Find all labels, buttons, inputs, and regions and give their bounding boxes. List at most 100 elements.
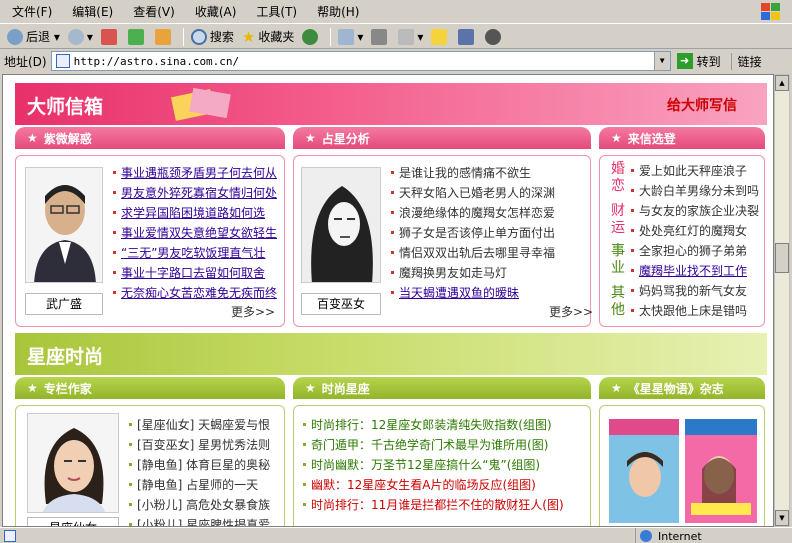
wu-guangsheng-photo[interactable] — [25, 167, 103, 283]
columnist-caption[interactable]: 星座仙女 — [27, 517, 119, 526]
list-item[interactable]: 狮子女是否该停止单方面付出 — [389, 223, 585, 243]
go-button[interactable]: ➜ 转到 — [676, 53, 721, 70]
category-other[interactable]: 其他 — [605, 285, 631, 319]
tab-ziwei[interactable]: ★ 紫微解惑 — [15, 127, 285, 149]
list-item[interactable]: 时尚排行：12星座女郎装清纯失败指数(组图) — [301, 415, 589, 435]
list-item[interactable]: [静电鱼] 占星师的一天 — [127, 475, 283, 495]
favorites-button[interactable]: ★ 收藏夹 — [239, 26, 297, 48]
edit-button[interactable]: ▾ — [395, 26, 426, 48]
address-input[interactable]: http://astro.sina.com.cn/ ▼ — [50, 51, 671, 71]
page-status-icon — [4, 529, 16, 542]
mail-button[interactable]: ▾ — [335, 26, 366, 48]
list-item[interactable]: [小粉儿] 高危处女暴食族 — [127, 495, 283, 515]
list-item[interactable]: 幽默：12星座女生看A片的临场反应(组图) — [301, 475, 589, 495]
list-item[interactable]: [静电鱼] 体育巨星的奥秘 — [127, 455, 283, 475]
list-item[interactable]: 浪漫绝缘体的魔羯女怎样恋爱 — [389, 203, 585, 223]
tab-astrology-analysis[interactable]: ★ 占星分析 — [293, 127, 591, 149]
astrology-more-link[interactable]: 更多>> — [549, 303, 593, 320]
list-item[interactable]: 全家担心的狮子弟弟 — [629, 241, 763, 261]
menu-tools[interactable]: 工具(T) — [250, 1, 303, 23]
star-icon: ★ — [611, 381, 622, 395]
list-item[interactable]: 情侣双双出轨后去哪里寻幸福 — [389, 243, 585, 263]
list-item[interactable]: 妈妈骂我的新气女友 — [629, 281, 763, 301]
discuss-button[interactable] — [428, 26, 453, 48]
list-item[interactable]: 与女友的家族企业决裂 — [629, 201, 763, 221]
list-item[interactable]: 求学异国陷困境道路如何选 — [111, 203, 281, 223]
go-label: 转到 — [696, 54, 721, 69]
master-mailbox-header: 大师信箱 给大师写信 — [15, 83, 767, 125]
list-item[interactable]: 天秤女陷入已婚老男人的深渊 — [389, 183, 585, 203]
list-item[interactable]: 魔羯毕业找不到工作 — [629, 261, 763, 281]
list-item[interactable]: 太快跟他上床是错吗 — [629, 301, 763, 321]
tab-fashion-zodiac[interactable]: ★ 时尚星座 — [293, 377, 591, 399]
media-button[interactable] — [299, 26, 324, 48]
address-dropdown-icon[interactable]: ▼ — [653, 52, 670, 70]
messenger-button[interactable] — [482, 26, 507, 48]
list-item[interactable]: 事业爱情双失意绝望女欲轻生 — [111, 223, 281, 243]
scroll-down-icon[interactable]: ▼ — [775, 510, 789, 526]
list-item[interactable]: 时尚幽默：万圣节12星座搞什么“鬼”(组图) — [301, 455, 589, 475]
star-icon: ★ — [305, 381, 316, 395]
list-item[interactable]: 时尚排行：11月谁是拦都拦不住的散财狂人(图) — [301, 495, 589, 515]
list-item[interactable]: “三无”男友吃软饭理直气壮 — [111, 243, 281, 263]
links-button[interactable]: 链接 — [730, 52, 762, 70]
list-item[interactable]: 事业遇瓶颈矛盾男子何去何从 — [111, 163, 281, 183]
fashion-zodiac-list: 时尚排行：12星座女郎装清纯失败指数(组图) 奇门遁甲：千古绝学奇门术最早为谁所… — [301, 415, 589, 515]
menu-favorites[interactable]: 收藏(A) — [189, 1, 243, 23]
list-item[interactable]: 魔羯换男友如走马灯 — [389, 263, 585, 283]
list-item[interactable]: 奇门遁甲：千古绝学奇门术最早为谁所用(图) — [301, 435, 589, 455]
forward-button[interactable]: ▾ — [65, 26, 96, 48]
list-item[interactable]: [百变巫女] 星男忧秀法则 — [127, 435, 283, 455]
list-item[interactable]: 大龄白羊男缘分未到吗 — [629, 181, 763, 201]
category-career[interactable]: 事业 — [605, 243, 631, 277]
scroll-thumb[interactable] — [775, 243, 789, 273]
list-item[interactable]: 事业十字路口去留如何取舍 — [111, 263, 281, 283]
magazine-covers-image[interactable] — [607, 417, 759, 525]
tab-columnists[interactable]: ★ 专栏作家 — [15, 377, 285, 399]
list-item[interactable]: 处处亮红灯的魔羯女 — [629, 221, 763, 241]
envelope-icon — [170, 87, 231, 121]
list-item[interactable]: [小粉儿] 星座脾性揭真爱 — [127, 515, 283, 526]
columnist-photo[interactable] — [27, 413, 119, 513]
star-fashion-header: 星座时尚 — [15, 333, 767, 375]
category-wealth[interactable]: 财运 — [605, 203, 631, 237]
tab-label: 时尚星座 — [321, 381, 370, 396]
list-item[interactable]: 当天蝎遭遇双鱼的暧昧 — [389, 283, 585, 303]
menu-edit[interactable]: 编辑(E) — [66, 1, 119, 23]
back-arrow-icon — [7, 28, 23, 45]
tab-letters[interactable]: ★ 来信选登 — [599, 127, 765, 149]
refresh-button[interactable] — [125, 26, 150, 48]
zone-label: Internet — [658, 529, 702, 543]
baibian-wunv-photo[interactable] — [301, 167, 381, 283]
wu-guangsheng-caption[interactable]: 武广盛 — [25, 293, 103, 315]
home-button[interactable] — [152, 26, 177, 48]
research-button[interactable] — [455, 26, 480, 48]
list-item[interactable]: 是谁让我的感情痛不欲生 — [389, 163, 585, 183]
tab-label: 来信选登 — [627, 131, 676, 146]
stop-button[interactable] — [98, 26, 123, 48]
list-item[interactable]: [星座仙女] 天蝎座爱与恨 — [127, 415, 283, 435]
menu-file[interactable]: 文件(F) — [6, 1, 58, 23]
baibian-wunv-caption[interactable]: 百变巫女 — [301, 293, 381, 315]
write-to-master-link[interactable]: 给大师写信 — [667, 95, 737, 115]
ziwei-more-link[interactable]: 更多>> — [231, 303, 275, 320]
tab-magazine[interactable]: ★ 《星星物语》杂志 — [599, 377, 765, 399]
list-item[interactable]: 爱上如此天秤座浪子 — [629, 161, 763, 181]
back-button[interactable]: 后退 ▾ — [4, 26, 63, 48]
menu-help[interactable]: 帮助(H) — [311, 1, 365, 23]
search-button[interactable]: 搜索 — [188, 26, 237, 48]
letters-list: 爱上如此天秤座浪子 大龄白羊男缘分未到吗 与女友的家族企业决裂 处处亮红灯的魔羯… — [629, 161, 763, 321]
page-viewport: 大师信箱 给大师写信 ★ 紫微解惑 ★ 占星分析 ★ 来信选登 武广盛 事业遇瓶… — [2, 74, 774, 527]
scroll-up-icon[interactable]: ▲ — [775, 75, 789, 91]
list-item[interactable]: 无奈痴心女苦恋难免无疾而终 — [111, 283, 281, 303]
list-item[interactable]: 男友意外猝死寡宿女情归何处 — [111, 183, 281, 203]
research-icon — [458, 28, 475, 45]
portrait-man-icon — [26, 168, 102, 282]
print-button[interactable] — [368, 26, 393, 48]
tab-label: 占星分析 — [321, 131, 370, 146]
tab-label: 紫微解惑 — [43, 131, 92, 146]
menu-view[interactable]: 查看(V) — [127, 1, 181, 23]
vertical-scrollbar[interactable]: ▲ ▼ — [774, 74, 790, 527]
search-icon — [190, 28, 207, 45]
category-marriage[interactable]: 婚恋 — [605, 161, 631, 195]
